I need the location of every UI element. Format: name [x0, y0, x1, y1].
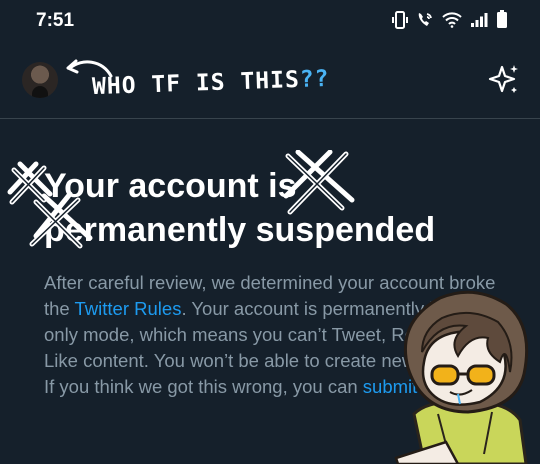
signal-icon [470, 12, 488, 33]
top-app-bar: WHO TF IS THIS?? [0, 44, 540, 119]
twitter-rules-link[interactable]: Twitter Rules [75, 298, 182, 319]
notice-title: Your account is permanently suspended [44, 164, 514, 252]
annotation-question-marks: ?? [299, 65, 330, 93]
status-icons [392, 10, 508, 34]
sparkle-icon[interactable] [488, 64, 520, 96]
chibi-character-sticker [394, 290, 529, 464]
battery-icon [496, 10, 508, 34]
status-bar: 7:51 [0, 0, 540, 44]
notice-title-line-2: permanently suspended [44, 211, 436, 249]
wifi-icon [442, 11, 462, 33]
handwritten-annotation: WHO TF IS THIS?? [92, 66, 330, 100]
scribble-x-marks-left [7, 161, 93, 249]
wifi-call-icon [416, 11, 434, 34]
status-time: 7:51 [36, 10, 75, 31]
scribble-x-marks-right [283, 150, 355, 215]
annotation-text: WHO TF IS THIS [91, 66, 301, 101]
profile-avatar[interactable] [22, 62, 58, 98]
vibrate-icon [392, 10, 408, 34]
